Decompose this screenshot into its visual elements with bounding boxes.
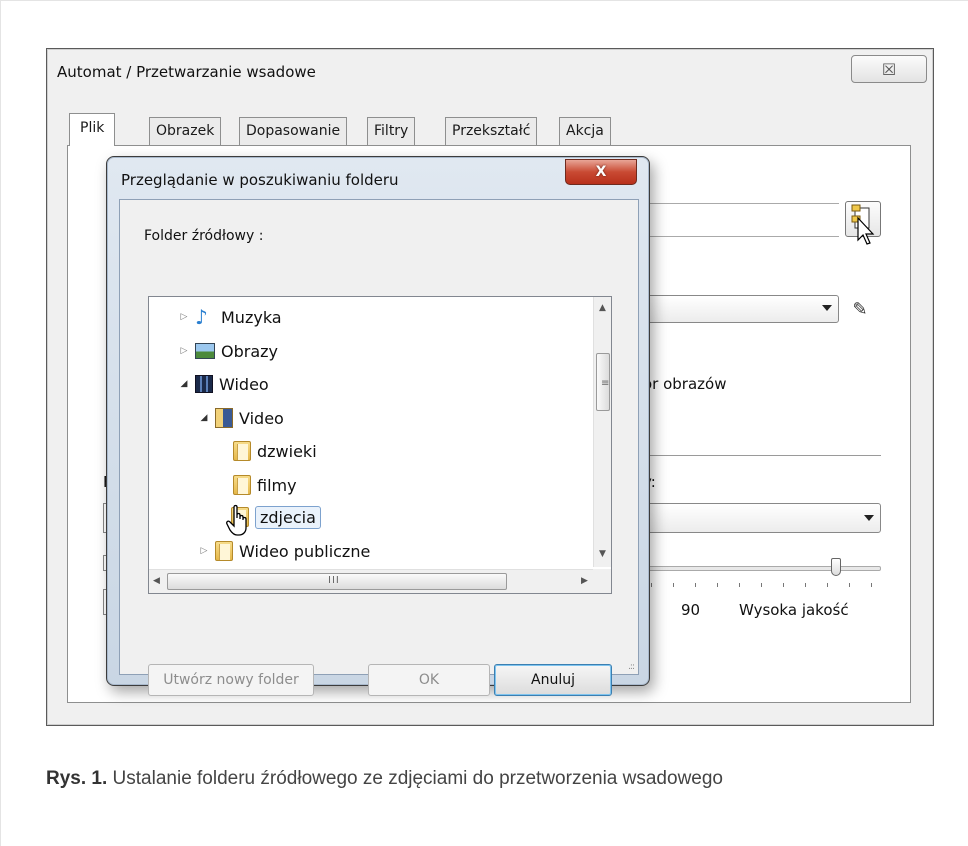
tree-item-wideo[interactable]: ◢ Wideo xyxy=(177,370,269,398)
edit-profile-button[interactable]: ✎ xyxy=(845,297,875,323)
tree-item-label: Video xyxy=(239,408,284,428)
tab-dopasowanie[interactable]: Dopasowanie xyxy=(239,117,348,145)
chevron-down-icon xyxy=(864,515,874,521)
format-select[interactable] xyxy=(641,503,881,533)
folder-icon xyxy=(233,441,251,461)
dialog-close-button[interactable]: X xyxy=(565,159,637,185)
folder-tree[interactable]: ▷ ♪ Muzyka ▷ Obrazy ◢ Wideo ◢ Video dzwi… xyxy=(148,296,612,594)
folder-prompt: Folder źródłowy : xyxy=(144,228,264,244)
close-icon: ☒ xyxy=(881,59,897,79)
scroll-left-icon[interactable]: ◀ xyxy=(153,576,160,586)
figure-caption: Rys. 1. Ustalanie folderu źródłowego ze … xyxy=(46,768,723,790)
dialog-title: Przeglądanie w poszukiwaniu folderu xyxy=(121,171,399,189)
music-icon: ♪ xyxy=(195,305,208,329)
quality-value: 90 xyxy=(681,601,701,619)
tree-item-label: zdjecia xyxy=(255,505,321,529)
collapse-icon[interactable]: ◢ xyxy=(197,413,211,423)
tab-plik[interactable]: Plik xyxy=(69,113,116,146)
expand-icon[interactable]: ▷ xyxy=(197,546,211,556)
arrow-cursor-icon xyxy=(857,216,875,245)
hand-cursor-icon xyxy=(226,504,247,536)
caption-text: Ustalanie folderu źródłowego ze zdjęciam… xyxy=(107,768,723,789)
slider-tick xyxy=(695,583,696,587)
quality-slider-track[interactable] xyxy=(641,566,881,571)
new-folder-button[interactable]: Utwórz nowy folder xyxy=(148,664,314,696)
dialog-body: Folder źródłowy : ▷ ♪ Muzyka ▷ Obrazy ◢ … xyxy=(119,199,639,696)
scroll-up-icon[interactable]: ▲ xyxy=(599,303,606,313)
profile-select[interactable] xyxy=(641,295,839,323)
vertical-scroll-thumb[interactable]: ≡ xyxy=(596,353,610,411)
window-title: Automat / Przetwarzanie wsadowe xyxy=(57,63,316,81)
tree-item-label: Wideo xyxy=(219,374,269,394)
tab-filtry[interactable]: Filtry xyxy=(367,117,416,145)
tree-item-filmy[interactable]: filmy xyxy=(233,471,297,499)
quality-slider-thumb[interactable] xyxy=(831,558,841,576)
tree-item-obrazy[interactable]: ▷ Obrazy xyxy=(177,337,278,365)
window-close-button[interactable]: ☒ xyxy=(851,55,927,83)
source-folder-field[interactable] xyxy=(643,203,839,237)
separator xyxy=(641,455,881,456)
video-library-icon xyxy=(215,408,233,428)
slider-tick xyxy=(651,583,652,587)
edit-icon: ✎ xyxy=(852,299,868,320)
tree-item-muzyka[interactable]: ▷ ♪ Muzyka xyxy=(177,303,282,331)
browse-folder-dialog: Przeglądanie w poszukiwaniu folderu X Fo… xyxy=(106,156,650,696)
slider-tick xyxy=(871,583,872,587)
tree-horizontal-scrollbar[interactable]: ◀ III ▶ xyxy=(149,569,595,593)
scroll-down-icon[interactable]: ▼ xyxy=(599,549,606,559)
tab-przeksztalc[interactable]: Przekształć xyxy=(445,117,538,145)
close-icon: X xyxy=(595,164,607,180)
slider-tick xyxy=(849,583,850,587)
folder-icon xyxy=(233,475,251,495)
scrollbar-corner xyxy=(593,569,611,593)
tab-obrazek[interactable]: Obrazek xyxy=(149,117,222,145)
ok-button[interactable]: OK xyxy=(368,664,490,696)
slider-tick xyxy=(739,583,740,587)
slider-tick xyxy=(783,583,784,587)
slider-tick xyxy=(761,583,762,587)
tree-item-label: dzwieki xyxy=(257,441,317,461)
quality-label: Wysoka jakość xyxy=(739,601,849,619)
video-icon xyxy=(195,375,213,393)
slider-tick xyxy=(717,583,718,587)
cancel-button[interactable]: Anuluj xyxy=(494,664,612,696)
caption-prefix: Rys. 1. xyxy=(46,768,108,789)
tree-vertical-scrollbar[interactable]: ▲ ≡ ▼ xyxy=(593,297,611,567)
tree-item-label: Obrazy xyxy=(221,341,278,361)
tree-item-video[interactable]: ◢ Video xyxy=(197,404,284,432)
tree-item-dzwieki[interactable]: dzwieki xyxy=(233,437,317,465)
expand-icon[interactable]: ▷ xyxy=(177,312,191,322)
slider-tick xyxy=(827,583,828,587)
tab-akcja[interactable]: Akcja xyxy=(559,117,611,145)
grip-icon: III xyxy=(328,575,340,586)
tree-item-label: Wideo publiczne xyxy=(239,541,371,561)
tree-item-wideo-publiczne[interactable]: ▷ Wideo publiczne xyxy=(197,537,370,565)
expand-icon[interactable]: ▷ xyxy=(177,346,191,356)
horizontal-scroll-thumb[interactable]: III xyxy=(167,573,507,590)
slider-tick xyxy=(805,583,806,587)
chevron-down-icon xyxy=(822,305,832,311)
tree-item-label: Muzyka xyxy=(221,307,282,327)
image-selection-label: ór obrazów xyxy=(643,375,727,393)
folder-icon xyxy=(215,541,233,561)
grip-icon: ≡ xyxy=(601,378,610,389)
collapse-icon[interactable]: ◢ xyxy=(177,379,191,389)
resize-grip-icon[interactable]: .:: xyxy=(628,662,635,672)
scroll-right-icon[interactable]: ▶ xyxy=(581,576,588,586)
pictures-icon xyxy=(195,343,215,359)
tree-item-label: filmy xyxy=(257,475,297,495)
slider-tick xyxy=(673,583,674,587)
